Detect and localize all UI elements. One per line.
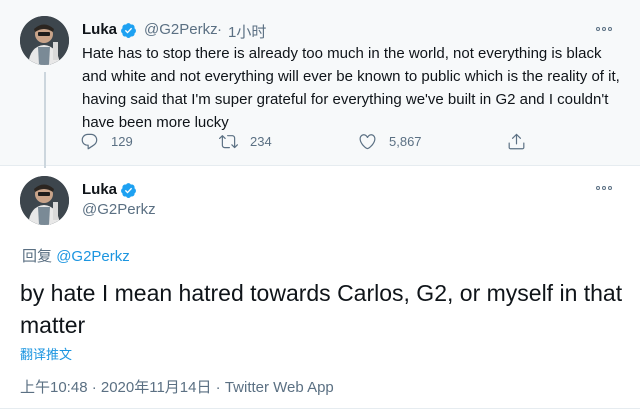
avatar[interactable]	[20, 16, 69, 65]
tweet-text: Hate has to stop there is already too mu…	[82, 45, 620, 131]
thread-line	[44, 72, 46, 168]
reply-prefix: 回复	[22, 248, 53, 265]
retweet-icon	[219, 135, 238, 149]
replying-to: 回复 @G2Perkz	[22, 245, 130, 266]
heart-icon	[359, 134, 376, 150]
more-options-icon[interactable]	[593, 22, 615, 36]
reply-count: 129	[111, 134, 133, 149]
like-count: 5,867	[389, 134, 422, 149]
retweet-button[interactable]: 234	[219, 132, 272, 151]
handle[interactable]: @G2Perkz	[82, 201, 156, 218]
share-icon	[508, 133, 525, 150]
share-button[interactable]	[507, 132, 526, 151]
time-ago[interactable]: 1小时	[228, 21, 266, 42]
retweet-count: 234	[250, 134, 272, 149]
separator: ·	[217, 21, 222, 38]
verified-badge-icon	[121, 183, 136, 198]
handle[interactable]: @G2Perkz	[144, 21, 218, 38]
verified-badge-icon	[121, 23, 136, 38]
display-name[interactable]: Luka	[82, 181, 117, 198]
action-bar: 129 234 5,867	[80, 132, 540, 156]
tweet-text: by hate I mean hatred towards Carlos, G2…	[20, 280, 623, 338]
reply-button[interactable]: 129	[80, 132, 133, 151]
more-options-icon[interactable]	[593, 181, 615, 195]
like-button[interactable]: 5,867	[358, 132, 422, 151]
parent-tweet[interactable]: Luka @G2Perkz · 1小时 Hate has to stop the…	[0, 0, 640, 168]
avatar[interactable]	[20, 176, 69, 225]
display-name[interactable]: Luka	[82, 21, 117, 38]
divider	[0, 408, 640, 409]
reply-icon	[81, 133, 98, 150]
translate-tweet-link[interactable]: 翻译推文	[20, 344, 72, 363]
reply-to-link[interactable]: @G2Perkz	[56, 248, 130, 265]
tweet-timestamp[interactable]: 上午10:48 · 2020年11月14日 · Twitter Web App	[20, 376, 334, 397]
